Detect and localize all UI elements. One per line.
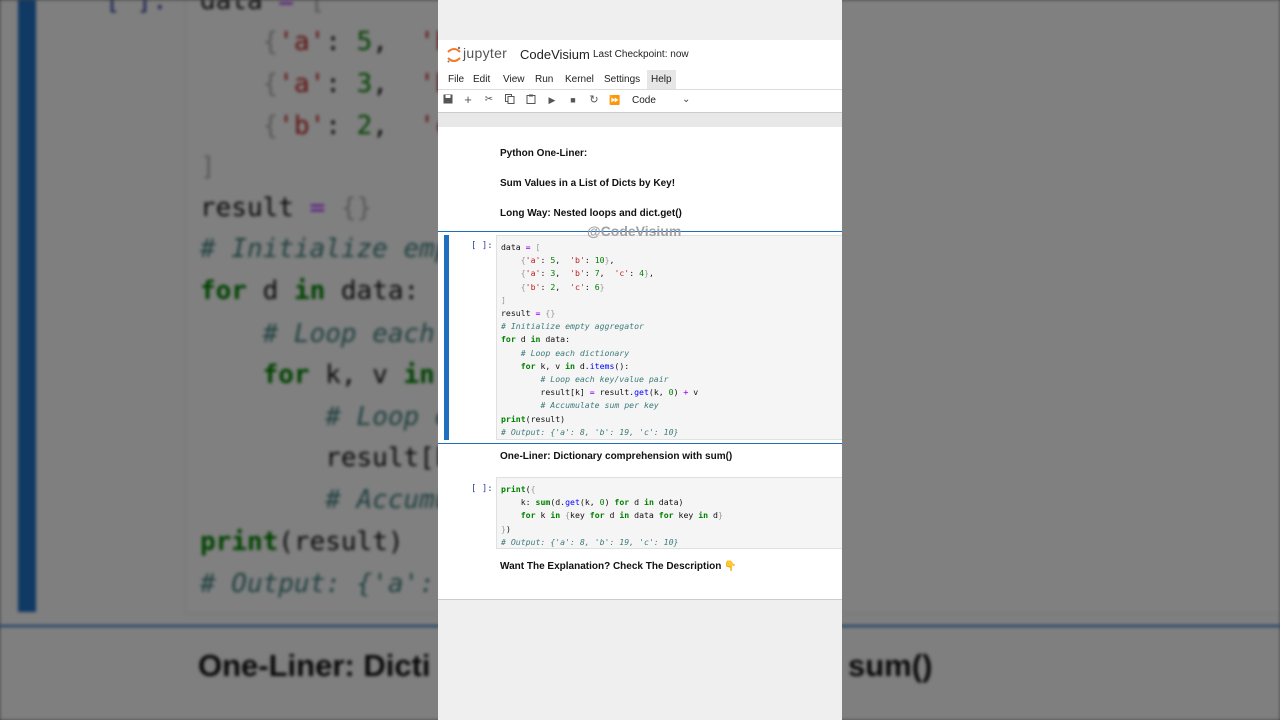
menu-kernel[interactable]: Kernel bbox=[565, 74, 594, 85]
code-one-liner: print({ k: sum(d.get(k, 0) for d in data… bbox=[501, 484, 723, 547]
chevron-down-icon[interactable]: ⌄ bbox=[682, 94, 690, 105]
paste-icon[interactable] bbox=[525, 94, 537, 106]
fast-forward-icon[interactable]: ⏩ bbox=[609, 94, 621, 106]
code-long-way: data = [ {'a': 5, 'b': 10}, {'a': 3, 'b'… bbox=[501, 242, 699, 437]
markdown-subtitle: Sum Values in a List of Dicts by Key! bbox=[500, 178, 676, 189]
copy-icon[interactable] bbox=[504, 94, 516, 106]
code-cell-prompt: [ ]: bbox=[471, 484, 493, 494]
menu-bar: File Edit View Run Kernel Settings Help bbox=[438, 70, 842, 90]
code-cell-long-way[interactable]: data = [ {'a': 5, 'b': 10}, {'a': 3, 'b'… bbox=[496, 235, 842, 440]
menu-help[interactable]: Help bbox=[647, 70, 676, 89]
save-icon[interactable] bbox=[442, 94, 454, 106]
selected-cell-border-bottom bbox=[438, 443, 842, 444]
menu-run[interactable]: Run bbox=[535, 74, 553, 85]
notebook-name[interactable]: CodeVisium bbox=[520, 47, 590, 62]
play-icon[interactable]: ▶ bbox=[546, 94, 558, 106]
menu-edit[interactable]: Edit bbox=[473, 74, 490, 85]
code-cell-prompt: [ ]: bbox=[471, 241, 493, 251]
stop-icon[interactable]: ■ bbox=[567, 94, 579, 106]
checkpoint-status: Last Checkpoint: now bbox=[593, 49, 689, 60]
menu-settings[interactable]: Settings bbox=[604, 74, 640, 85]
jupyter-logo-icon bbox=[447, 46, 461, 63]
markdown-title: Python One-Liner: bbox=[500, 148, 588, 159]
title-bar: jupyter CodeVisium Last Checkpoint: now bbox=[438, 40, 842, 71]
code-cell-one-liner[interactable]: print({ k: sum(d.get(k, 0) for d in data… bbox=[496, 477, 842, 549]
notebook-top-gap bbox=[438, 113, 842, 127]
cut-icon[interactable]: ✂ bbox=[483, 94, 495, 106]
jupyter-window: jupyter CodeVisium Last Checkpoint: now … bbox=[438, 0, 842, 720]
markdown-call-to-action: Want The Explanation? Check The Descript… bbox=[500, 561, 737, 572]
call-to-action-text: Want The Explanation? Check The Descript… bbox=[500, 561, 722, 572]
active-cell-indicator bbox=[444, 235, 449, 440]
pointing-down-icon: 👇 bbox=[724, 561, 737, 572]
toolbar: + ✂ ▶ ■ ↻ ⏩ Code ⌄ bbox=[438, 90, 842, 113]
plus-icon[interactable]: + bbox=[462, 93, 474, 106]
notebook-bottom-area bbox=[438, 600, 842, 692]
notebook-panel: Python One-Liner: Sum Values in a List o… bbox=[438, 127, 842, 600]
markdown-section-long-way: Long Way: Nested loops and dict.get() bbox=[500, 208, 682, 219]
cell-type-select[interactable]: Code bbox=[632, 95, 656, 106]
jupyter-logo-text: jupyter bbox=[463, 45, 508, 61]
markdown-section-one-liner: One-Liner: Dictionary comprehension with… bbox=[500, 451, 733, 462]
menu-file[interactable]: File bbox=[448, 74, 464, 85]
menu-view[interactable]: View bbox=[503, 74, 525, 85]
watermark: @CodeVisium bbox=[587, 223, 682, 239]
restart-icon[interactable]: ↻ bbox=[588, 94, 600, 106]
